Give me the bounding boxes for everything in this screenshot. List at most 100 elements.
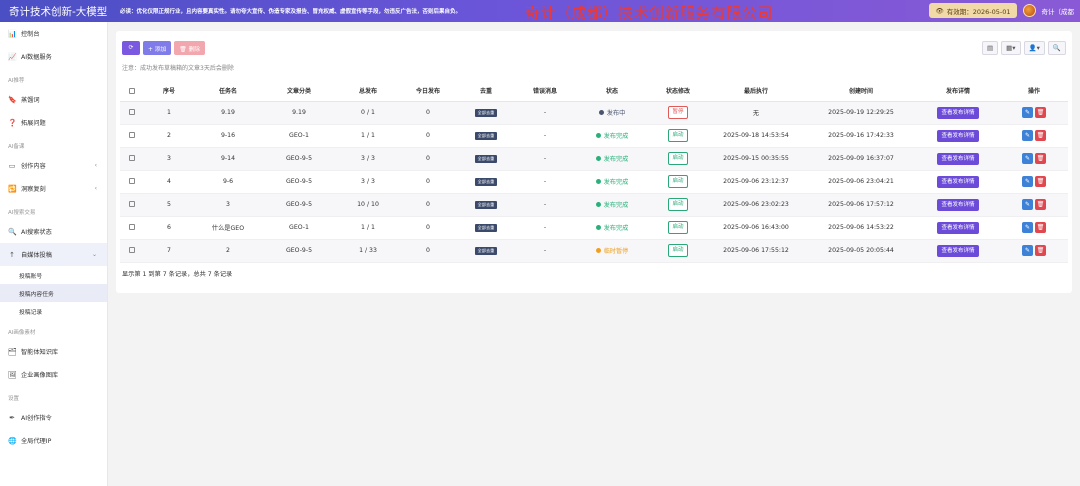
cell-status: 发布完成 [574,193,650,217]
view-detail-button[interactable]: 查看发布详情 [937,129,979,142]
username[interactable]: 奇计（成都 [1042,6,1075,16]
row-checkbox[interactable] [129,132,135,138]
view-detail-button[interactable]: 查看发布详情 [937,221,979,234]
column-header: 创建时间 [806,81,916,102]
column-header: 任务名 [194,81,262,102]
cell-today: 0 [400,147,456,171]
trash-icon[interactable]: 🗑 [1035,107,1046,118]
cell-created: 2025-09-09 16:37:07 [806,147,916,171]
view-detail-button[interactable]: 查看发布详情 [937,175,979,188]
refresh-button[interactable]: ⟳ [122,41,140,55]
user-filter-icon[interactable]: 👤▾ [1023,41,1045,55]
status-dot-icon [595,156,601,161]
sidebar-item[interactable]: 📊 控制台 [0,22,107,45]
sidebar-item[interactable]: 🌐 全局代理IP [0,429,107,452]
column-header: 序号 [144,81,194,102]
list-view-icon[interactable]: ▤ [981,41,999,55]
view-detail-button[interactable]: 查看发布详情 [937,198,979,211]
cell-status-toggle: 启动 [650,193,706,217]
row-checkbox-cell[interactable] [120,124,144,148]
pause-button[interactable]: 暂停 [668,106,688,119]
sidebar-item[interactable]: ↑ 自媒体投稿 ⌄ [0,243,107,266]
row-checkbox[interactable] [129,109,135,115]
expire-badge[interactable]: 👁 有效期：2026-05-01 [929,3,1017,18]
edit-icon[interactable]: ✎ [1022,222,1033,233]
avatar[interactable] [1022,4,1036,17]
row-checkbox-cell[interactable] [120,216,144,240]
row-checkbox-cell[interactable] [120,101,144,125]
row-checkbox[interactable] [129,178,135,184]
add-button[interactable]: + 添加 [143,41,172,55]
edit-icon[interactable]: ✎ [1022,130,1033,141]
cell-dedup: 全部去重 [456,239,516,263]
column-header: 总发布 [336,81,400,102]
status-label: 发布中 [606,110,626,117]
trash-icon[interactable]: 🗑 [1035,153,1046,164]
cell-detail: 查看发布详情 [916,147,1000,171]
view-detail-button[interactable]: 查看发布详情 [937,152,979,165]
cell-today: 0 [400,170,456,194]
column-header[interactable] [120,81,144,102]
view-detail-button[interactable]: 查看发布详情 [937,106,979,119]
start-button[interactable]: 启动 [668,198,688,211]
edit-icon[interactable]: ✎ [1022,153,1033,164]
table-row[interactable]: 3 9-14 GEO-9-5 3 / 3 0 全部去重 - 发布完成 启动 2025-09-15 … [120,147,1068,171]
sidebar-item[interactable]: 🗂 智能体知识库 [0,340,107,363]
search-icon[interactable]: 🔍 [1047,41,1066,55]
trash-icon[interactable]: 🗑 [1035,245,1046,256]
sidebar-item[interactable]: 📈 AI数据服务 [0,45,107,68]
view-detail-button[interactable]: 查看发布详情 [937,244,979,257]
cell-status: 发布完成 [574,147,650,171]
row-actions: ✎ 🗑 [1022,130,1046,141]
sidebar-group-label: 设置 [8,396,20,402]
start-button[interactable]: 启动 [668,152,688,165]
sidebar-item[interactable]: 🔖 蒸馏词 [0,88,107,111]
trash-icon[interactable]: 🗑 [1035,130,1046,141]
sidebar-subitem[interactable]: 投稿内容任务 [0,284,107,302]
start-button[interactable]: 启动 [668,221,688,234]
delete-button[interactable]: 🗑 删除 [174,41,206,55]
sidebar-item-icon: 📈 [8,52,17,61]
columns-toggle-icon[interactable]: ▦▾ [1001,41,1021,55]
row-checkbox[interactable] [129,224,135,230]
chevron-icon: ‹ [94,185,97,192]
sidebar-item[interactable]: ▭ 创作内容 ‹ [0,154,107,177]
table-row[interactable]: 2 9-16 GEO-1 1 / 1 0 全部去重 - 发布完成 启动 2025-09-18 14… [120,124,1068,148]
start-button[interactable]: 启动 [668,129,688,142]
expire-label: 有效期：2026-05-01 [946,7,1011,16]
select-all-checkbox[interactable] [129,87,135,94]
sidebar-item[interactable]: 🔁 洞察复刻 ‹ [0,177,107,200]
edit-icon[interactable]: ✎ [1022,176,1033,187]
table-row[interactable]: 1 9.19 9.19 0 / 1 0 全部去重 - 发布中 暂停无 2025-09-19 12:… [120,101,1068,125]
edit-icon[interactable]: ✎ [1022,107,1033,118]
sidebar-item[interactable]: 🖼 企业画像图库 [0,363,107,386]
edit-icon[interactable]: ✎ [1022,199,1033,210]
sidebar-subitem[interactable]: 投稿账号 [0,266,107,284]
row-checkbox[interactable] [129,201,135,207]
sidebar-item[interactable]: 🔍 AI搜索状态 [0,220,107,243]
table-row[interactable]: 6 什么是GEO GEO-1 1 / 1 0 全部去重 - 发布完成 启动 2025-09-06 … [120,216,1068,240]
trash-icon[interactable]: 🗑 [1035,222,1046,233]
cell-dedup: 全部去重 [456,216,516,240]
sidebar-item[interactable]: ❓ 拓展问题 [0,111,107,134]
sidebar-item-icon: 🔍 [8,227,17,236]
row-checkbox-cell[interactable] [120,239,144,263]
cell-category: 9.19 [262,101,336,125]
sidebar-item[interactable]: ✒ AI创作指令 [0,406,107,429]
row-checkbox[interactable] [129,155,135,161]
start-button[interactable]: 启动 [668,244,688,257]
table-row[interactable]: 7 2 GEO-9-5 1 / 33 0 全部去重 - 临时暂停 启动 2025-09-06 17… [120,239,1068,263]
row-checkbox[interactable] [129,247,135,253]
trash-icon[interactable]: 🗑 [1035,199,1046,210]
start-button[interactable]: 启动 [668,175,688,188]
sidebar-subitem[interactable]: 投稿记录 [0,302,107,320]
row-checkbox-cell[interactable] [120,193,144,217]
row-checkbox-cell[interactable] [120,170,144,194]
row-checkbox-cell[interactable] [120,147,144,171]
table-row[interactable]: 5 3 GEO-9-5 10 / 10 0 全部去重 - 发布完成 启动 2025-09-06 2… [120,193,1068,217]
status-dot-icon [595,248,601,253]
table-row[interactable]: 4 9-6 GEO-9-5 3 / 3 0 全部去重 - 发布完成 启动 2025-09-06 2… [120,170,1068,194]
trash-icon[interactable]: 🗑 [1035,176,1046,187]
edit-icon[interactable]: ✎ [1022,245,1033,256]
app-brand[interactable]: 奇计技术创新-大模型 [0,0,108,22]
